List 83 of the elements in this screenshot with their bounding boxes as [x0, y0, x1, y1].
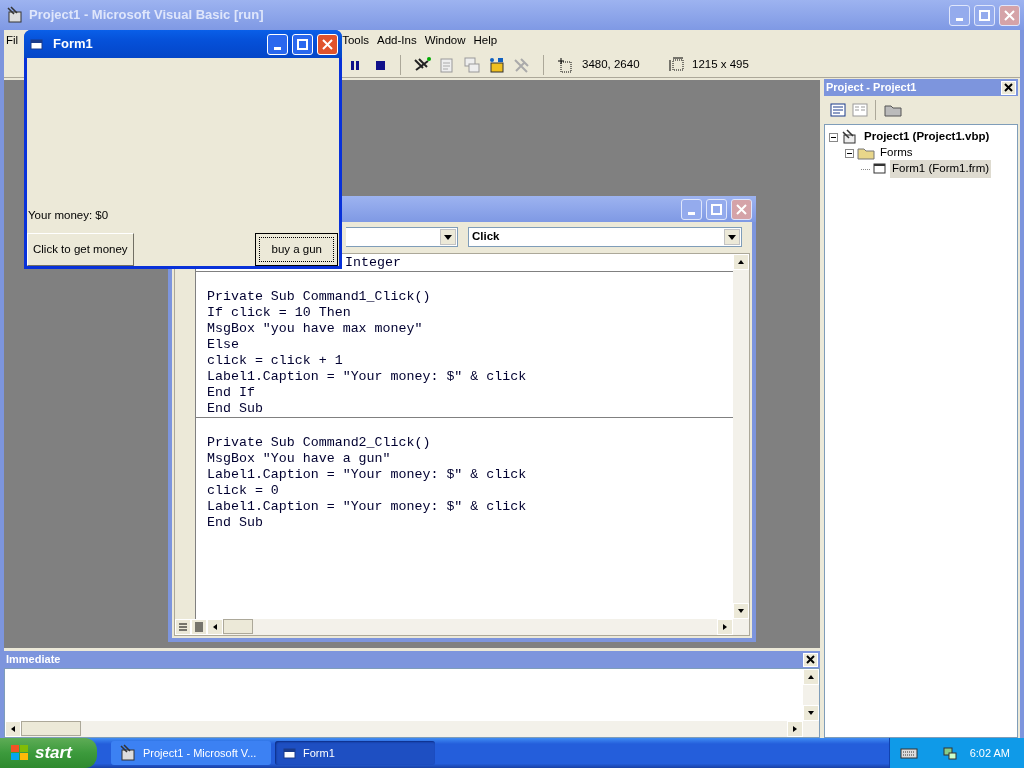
code-line: click = click + 1 — [207, 353, 344, 369]
scroll-left-button[interactable] — [5, 721, 21, 737]
start-button[interactable]: start — [0, 738, 97, 768]
size-icon — [668, 56, 684, 73]
scroll-up-button[interactable] — [803, 669, 819, 685]
network-icon[interactable] — [413, 55, 433, 74]
form-icon — [873, 163, 887, 175]
code-line: MsgBox "you have max money" — [207, 321, 424, 337]
close-icon — [322, 38, 333, 50]
code-line: If click = 10 Then — [207, 305, 352, 321]
money-label: Your money: $0 — [27, 207, 110, 223]
code-line: Private Sub Command2_Click() — [207, 435, 432, 451]
view-code-icon[interactable] — [830, 103, 846, 117]
scroll-down-button[interactable] — [803, 705, 819, 721]
scroll-up-button[interactable] — [733, 254, 749, 270]
code-line: click = 0 — [207, 483, 280, 499]
box-icon[interactable] — [487, 55, 507, 74]
folder-icon[interactable] — [883, 102, 903, 118]
position-readout: 3480, 2640 — [582, 56, 641, 72]
app-icon — [119, 744, 137, 762]
buy-button[interactable]: buy a gun — [255, 233, 338, 266]
minimize-icon — [274, 46, 281, 50]
code-line: End If — [207, 385, 256, 401]
get-money-button[interactable]: Click to get money — [27, 233, 134, 266]
close-icon — [1004, 83, 1013, 92]
vertical-scrollbar[interactable] — [733, 254, 749, 619]
maximize-icon — [711, 203, 722, 215]
code-line: Private Sub Command1_Click() — [207, 289, 432, 305]
app-icon — [6, 6, 24, 24]
menu-item[interactable]: Window — [420, 32, 470, 50]
code-line: Label1.Caption = "Your money: $" & click — [207, 369, 528, 385]
scroll-right-button[interactable] — [717, 619, 733, 635]
procedure-view-button[interactable] — [175, 619, 191, 635]
maximize-icon — [297, 38, 308, 50]
size-readout: 1215 x 495 — [692, 56, 749, 72]
windows-flag-icon — [10, 744, 30, 762]
project-icon — [841, 129, 859, 145]
maximize-icon — [979, 9, 990, 21]
procedure-dropdown[interactable]: Click — [468, 227, 742, 247]
object-dropdown[interactable] — [346, 227, 458, 247]
scroll-thumb[interactable] — [223, 619, 253, 634]
keyboard-icon[interactable] — [899, 746, 918, 760]
close-icon — [1004, 9, 1015, 21]
code-line: MsgBox "You have a gun" — [207, 451, 392, 467]
folder-icon — [857, 146, 875, 160]
scroll-down-button[interactable] — [733, 603, 749, 619]
window-icon — [283, 747, 297, 759]
code-line: End Sub — [207, 401, 264, 417]
code-line: Label1.Caption = "Your money: $" & click — [207, 467, 528, 483]
code-line: End Sub — [207, 515, 264, 531]
menu-item[interactable]: Tools — [338, 32, 373, 50]
code-line: Label1.Caption = "Your money: $" & click — [207, 499, 528, 515]
window-title: Form1 — [53, 35, 93, 54]
vertical-scrollbar[interactable] — [803, 669, 819, 721]
tree-item[interactable]: Project1 (Project1.vbp) — [862, 128, 992, 146]
clock: 6:02 AM — [969, 745, 1010, 761]
collapse-toggle[interactable] — [845, 148, 854, 158]
position-icon — [556, 56, 572, 73]
menu-item[interactable]: Add-Ins — [373, 32, 421, 50]
minimize-icon — [688, 211, 695, 215]
taskbar-button[interactable]: Project1 - Microsoft V... — [111, 741, 271, 765]
panel-title: Project - Project1 — [826, 80, 917, 96]
window-icon — [30, 38, 44, 50]
menu-item[interactable]: Help — [469, 32, 502, 50]
caret-icon — [728, 234, 736, 240]
collapse-toggle[interactable] — [829, 132, 838, 142]
close-icon — [736, 203, 747, 215]
close-icon — [806, 655, 815, 664]
menu-item[interactable]: Fil — [6, 32, 19, 50]
code-line: Else — [207, 337, 240, 353]
tree-item[interactable]: Form1 (Form1.frm) — [890, 160, 992, 178]
code-line: Integer — [344, 255, 402, 271]
network-icon[interactable] — [941, 745, 958, 761]
scroll-thumb[interactable] — [21, 721, 81, 736]
tree-item[interactable]: Forms — [878, 144, 915, 162]
caret-icon — [444, 234, 452, 240]
scroll-right-button[interactable] — [787, 721, 803, 737]
window-title: Project1 - Microsoft Visual Basic [run] — [29, 6, 264, 25]
module-view-button[interactable] — [191, 619, 207, 635]
taskbar-button[interactable]: Form1 — [275, 741, 435, 765]
scroll-left-button[interactable] — [207, 619, 223, 635]
minimize-icon — [956, 17, 963, 21]
panel-title: Immediate — [6, 652, 61, 668]
